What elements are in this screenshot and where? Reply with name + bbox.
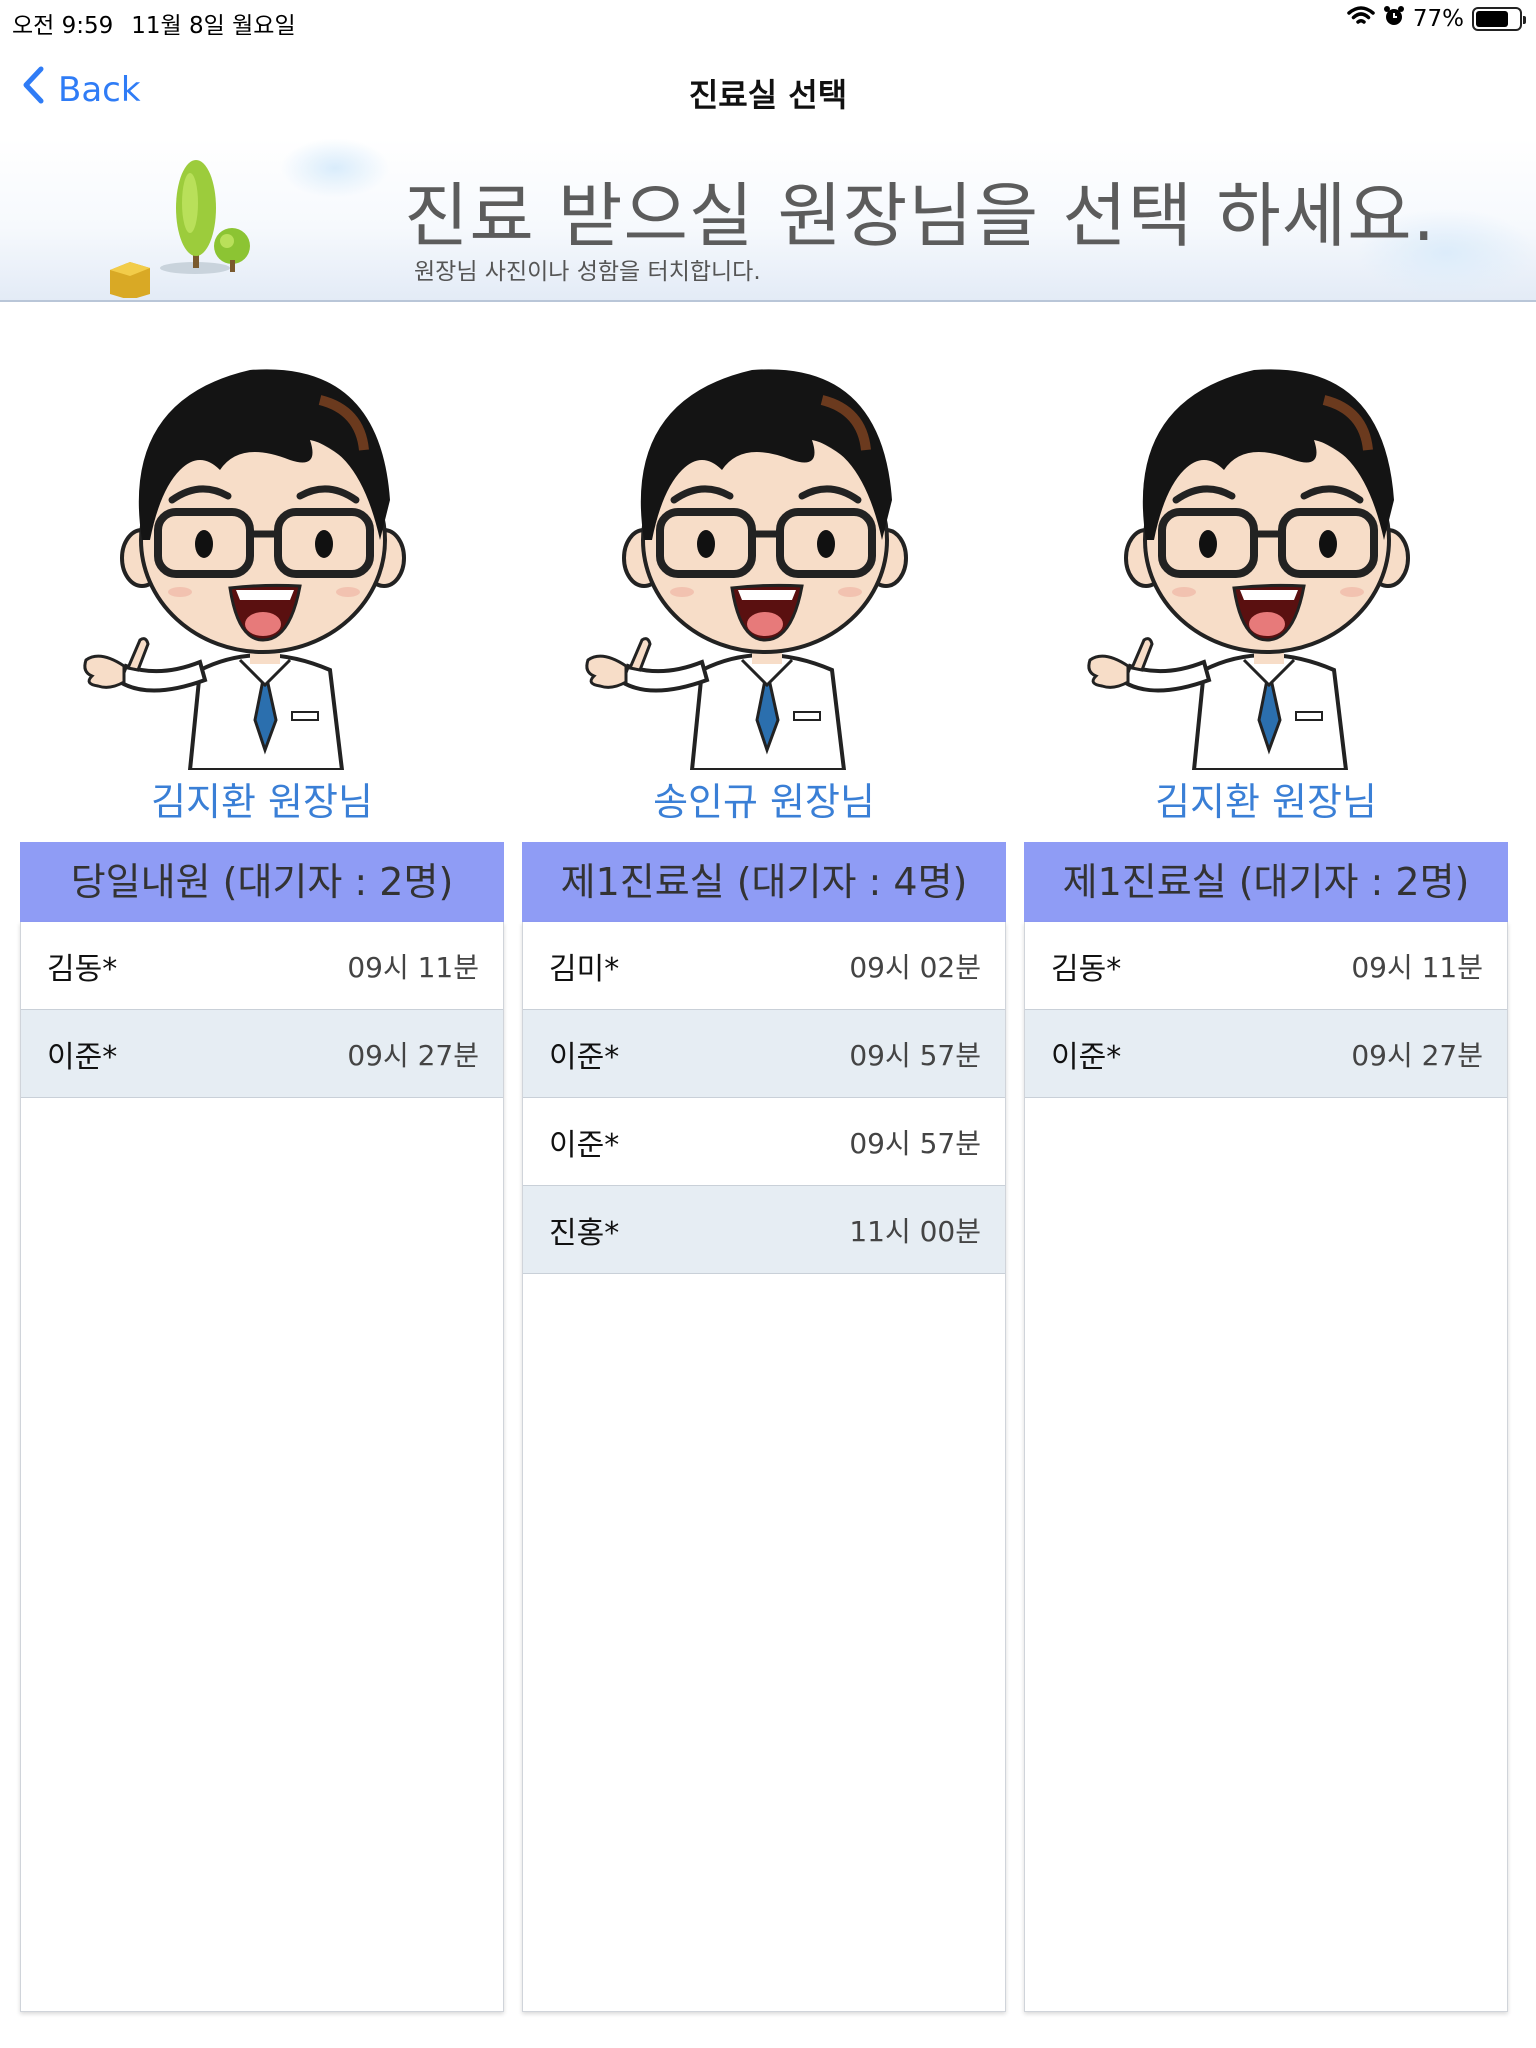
- patient-row: 이준* 09시 27분: [21, 1010, 503, 1098]
- doctor-name[interactable]: 송인규 원장님: [522, 774, 1006, 830]
- patient-row: 진홍* 11시 00분: [523, 1186, 1005, 1274]
- patient-name: 이준*: [1051, 1039, 1122, 1075]
- patient-time: 09시 11분: [347, 950, 479, 984]
- banner-headline: 진료 받으실 원장님을 선택 하세요.: [404, 175, 1436, 257]
- navigation-bar: Back 진료실 선택: [0, 48, 1536, 134]
- doctor-photo[interactable]: [20, 340, 504, 770]
- page-title: 진료실 선택: [688, 76, 848, 114]
- doctor-photo[interactable]: [1024, 340, 1508, 770]
- patient-row: 이준* 09시 27분: [1025, 1010, 1507, 1098]
- patient-name: 김미*: [549, 951, 620, 987]
- patient-row: 김동* 09시 11분: [1025, 922, 1507, 1010]
- status-left: 오전 9:59 11월 8일 월요일: [12, 6, 296, 40]
- patient-list: 김미* 09시 02분 이준* 09시 57분 이준* 09시 57분 진홍* …: [522, 922, 1006, 2012]
- room-header: 당일내원 (대기자 : 2명): [20, 842, 504, 922]
- patient-time: 09시 11분: [1351, 950, 1483, 984]
- battery-icon: [1472, 7, 1526, 31]
- battery-level: [1476, 11, 1509, 27]
- patient-list: 김동* 09시 11분 이준* 09시 27분: [1024, 922, 1508, 2012]
- patient-row: 김동* 09시 11분: [21, 922, 503, 1010]
- patient-name: 김동*: [1051, 951, 1122, 987]
- patient-time: 09시 57분: [849, 1126, 981, 1160]
- patient-time: 09시 57분: [849, 1038, 981, 1072]
- status-bar: 오전 9:59 11월 8일 월요일 77%: [0, 0, 1536, 40]
- doctor-column: 김지환 원장님 당일내원 (대기자 : 2명) 김동* 09시 11분 이준* …: [20, 340, 504, 2012]
- patient-name: 진홍*: [549, 1215, 620, 1251]
- doctor-column: 김지환 원장님 제1진료실 (대기자 : 2명) 김동* 09시 11분 이준*…: [1024, 340, 1508, 2012]
- wifi-icon: [1347, 5, 1375, 33]
- patient-row: 김미* 09시 02분: [523, 922, 1005, 1010]
- patient-name: 이준*: [549, 1039, 620, 1075]
- battery-percent: 77%: [1412, 6, 1464, 32]
- patient-name: 이준*: [47, 1039, 118, 1075]
- patient-row: 이준* 09시 57분: [523, 1010, 1005, 1098]
- room-header: 제1진료실 (대기자 : 2명): [1024, 842, 1508, 922]
- patient-list: 김동* 09시 11분 이준* 09시 27분: [20, 922, 504, 2012]
- instruction-banner: 진료 받으실 원장님을 선택 하세요. 원장님 사진이나 성함을 터치합니다.: [0, 138, 1536, 302]
- status-date: 11월 8일 월요일: [131, 13, 296, 39]
- banner-subtext: 원장님 사진이나 성함을 터치합니다.: [414, 259, 761, 285]
- doctor-column: 송인규 원장님 제1진료실 (대기자 : 4명) 김미* 09시 02분 이준*…: [522, 340, 1006, 2012]
- patient-time: 09시 02분: [849, 950, 981, 984]
- doctor-name[interactable]: 김지환 원장님: [1024, 774, 1508, 830]
- patient-time: 11시 00분: [849, 1214, 981, 1248]
- patient-name: 김동*: [47, 951, 118, 987]
- status-right: 77%: [1347, 5, 1526, 33]
- patient-time: 09시 27분: [1351, 1038, 1483, 1072]
- patient-row: 이준* 09시 57분: [523, 1098, 1005, 1186]
- doctor-name[interactable]: 김지환 원장님: [20, 774, 504, 830]
- room-header: 제1진료실 (대기자 : 4명): [522, 842, 1006, 922]
- status-time: 오전 9:59: [12, 13, 114, 39]
- patient-time: 09시 27분: [347, 1038, 479, 1072]
- tree-icon: [100, 148, 270, 300]
- alarm-icon: [1383, 5, 1405, 33]
- cloud-decoration: [280, 138, 390, 198]
- patient-name: 이준*: [549, 1127, 620, 1163]
- doctor-photo[interactable]: [522, 340, 1006, 770]
